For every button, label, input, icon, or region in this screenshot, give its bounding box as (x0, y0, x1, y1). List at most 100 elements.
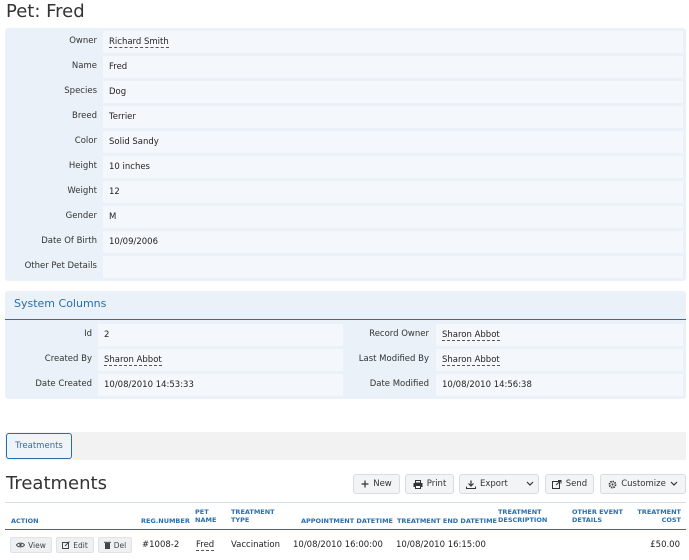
detail-label: Height (68, 161, 97, 171)
detail-label: Other Pet Details (24, 261, 97, 271)
trash-icon (103, 541, 111, 549)
chevron-down-icon (526, 481, 534, 486)
detail-value: 10/09/2006 (103, 231, 683, 253)
sys-label: Last Modified By (358, 354, 429, 364)
column-header-treatment-end-datetime[interactable]: Treatment End Datetime (397, 517, 497, 525)
send-button-label: Send (565, 479, 588, 489)
cell-reg-number: #1008-2 (142, 540, 180, 550)
treatments-toolbar: New Print Export Send Customize (0, 474, 689, 494)
cell-appointment-datetime: 10/08/2010 16:00:00 (293, 540, 383, 550)
detail-label: Weight (67, 186, 97, 196)
detail-row-other-pet-details: Other Pet Details (5, 255, 686, 278)
system-columns-header[interactable]: System Columns (5, 291, 686, 320)
sys-row-id: Id 2 Record Owner Sharon Abbot (5, 323, 686, 346)
created-by-link[interactable]: Sharon Abbot (104, 355, 162, 366)
detail-row-weight: Weight 12 (5, 180, 686, 203)
detail-label: Date Of Birth (41, 236, 97, 246)
sys-label: Id (84, 329, 92, 339)
send-button[interactable]: Send (545, 474, 594, 494)
detail-value: M (103, 206, 683, 228)
gear-icon (608, 480, 617, 488)
detail-row-owner: Owner Richard Smith (5, 30, 686, 53)
detail-value: Solid Sandy (103, 131, 683, 153)
sys-label: Date Created (35, 379, 92, 389)
cell-treatment-cost: £50.00 (650, 540, 680, 550)
view-button[interactable]: View (10, 537, 52, 553)
customize-button[interactable]: Customize (600, 474, 686, 494)
column-header-action[interactable]: Action (11, 517, 39, 525)
export-button[interactable]: Export (459, 474, 539, 494)
detail-row-date-of-birth: Date Of Birth 10/09/2006 (5, 230, 686, 253)
owner-link[interactable]: Richard Smith (109, 37, 169, 48)
column-header-treatment-cost[interactable]: Treatment Cost (637, 508, 681, 524)
page-title: Pet: Fred (6, 1, 85, 22)
last-modified-by-link[interactable]: Sharon Abbot (442, 355, 500, 366)
export-button-label: Export (480, 479, 508, 489)
detail-row-name: Name Fred (5, 55, 686, 78)
sys-value: Sharon Abbot (436, 349, 683, 371)
detail-row-breed: Breed Terrier (5, 105, 686, 128)
cell-treatment-end-datetime: 10/08/2010 16:15:00 (396, 540, 486, 550)
pet-details-panel: Owner Richard Smith Name Fred Species Do… (5, 28, 686, 281)
eye-icon (16, 542, 26, 548)
sys-value: Sharon Abbot (98, 349, 343, 371)
detail-label: Gender (65, 211, 97, 221)
detail-value: Terrier (103, 106, 683, 128)
customize-button-label: Customize (621, 479, 666, 489)
cell-treatment-type: Vaccination (231, 540, 280, 550)
column-header-treatment-type[interactable]: Treatment Type (231, 508, 281, 524)
treatments-table-header: Action Reg.Number Pet Name Treatment Typ… (5, 502, 686, 530)
download-icon (466, 480, 476, 489)
delete-button-label: Del (113, 540, 127, 550)
detail-label: Color (74, 136, 97, 146)
column-header-appointment-datetime[interactable]: Appointment Datetime (301, 517, 393, 525)
sys-row-dates: Date Created 10/08/2010 14:53:33 Date Mo… (5, 373, 686, 396)
detail-row-gender: Gender M (5, 205, 686, 228)
edit-button[interactable]: Edit (56, 537, 94, 553)
detail-row-species: Species Dog (5, 80, 686, 103)
cell-pet-name: Fred (196, 540, 215, 551)
pet-name-link[interactable]: Fred (196, 540, 215, 551)
sys-value: Sharon Abbot (436, 324, 683, 346)
detail-value: Fred (103, 56, 683, 78)
detail-label: Species (64, 86, 97, 96)
chevron-down-icon (670, 481, 678, 486)
sys-label: Record Owner (369, 329, 429, 339)
system-columns-panel: System Columns Id 2 Record Owner Sharon … (5, 291, 686, 399)
detail-row-color: Color Solid Sandy (5, 130, 686, 153)
record-owner-link[interactable]: Sharon Abbot (442, 330, 500, 341)
sys-value: 10/08/2010 14:53:33 (98, 374, 343, 396)
sys-label: Created By (44, 354, 92, 364)
detail-value: Richard Smith (103, 31, 683, 53)
detail-value (103, 256, 683, 278)
plus-icon (361, 480, 369, 488)
system-columns-title: System Columns (14, 297, 107, 310)
sys-value: 10/08/2010 14:56:38 (436, 374, 683, 396)
column-header-other-event-details[interactable]: Other Event Details (572, 508, 624, 524)
new-button-label: New (373, 479, 392, 489)
detail-value: 10 inches (103, 156, 683, 178)
print-button-label: Print (426, 479, 447, 489)
new-button[interactable]: New (353, 474, 400, 494)
printer-icon (413, 479, 423, 489)
detail-row-height: Height 10 inches (5, 155, 686, 178)
sys-label: Date Modified (369, 379, 429, 389)
edit-button-label: Edit (73, 540, 88, 550)
sys-value: 2 (98, 324, 343, 346)
print-button[interactable]: Print (405, 474, 454, 494)
detail-label: Name (71, 61, 97, 71)
column-header-reg-number[interactable]: Reg.Number (141, 517, 190, 525)
detail-label: Breed (72, 111, 97, 121)
view-button-label: View (28, 540, 46, 550)
detail-value: 12 (103, 181, 683, 203)
detail-label: Owner (69, 36, 97, 46)
column-header-treatment-description[interactable]: Treatment Description (498, 508, 558, 524)
column-header-pet-name[interactable]: Pet Name (195, 508, 225, 524)
tab-bar: Treatments (5, 432, 686, 460)
share-icon (551, 479, 562, 489)
sys-row-created-by: Created By Sharon Abbot Last Modified By… (5, 348, 686, 371)
delete-button[interactable]: Del (98, 537, 132, 553)
table-row: View Edit Del #1008-2 Fred Vaccination 1… (5, 531, 686, 560)
edit-icon (62, 541, 71, 549)
tab-treatments[interactable]: Treatments (6, 433, 72, 459)
